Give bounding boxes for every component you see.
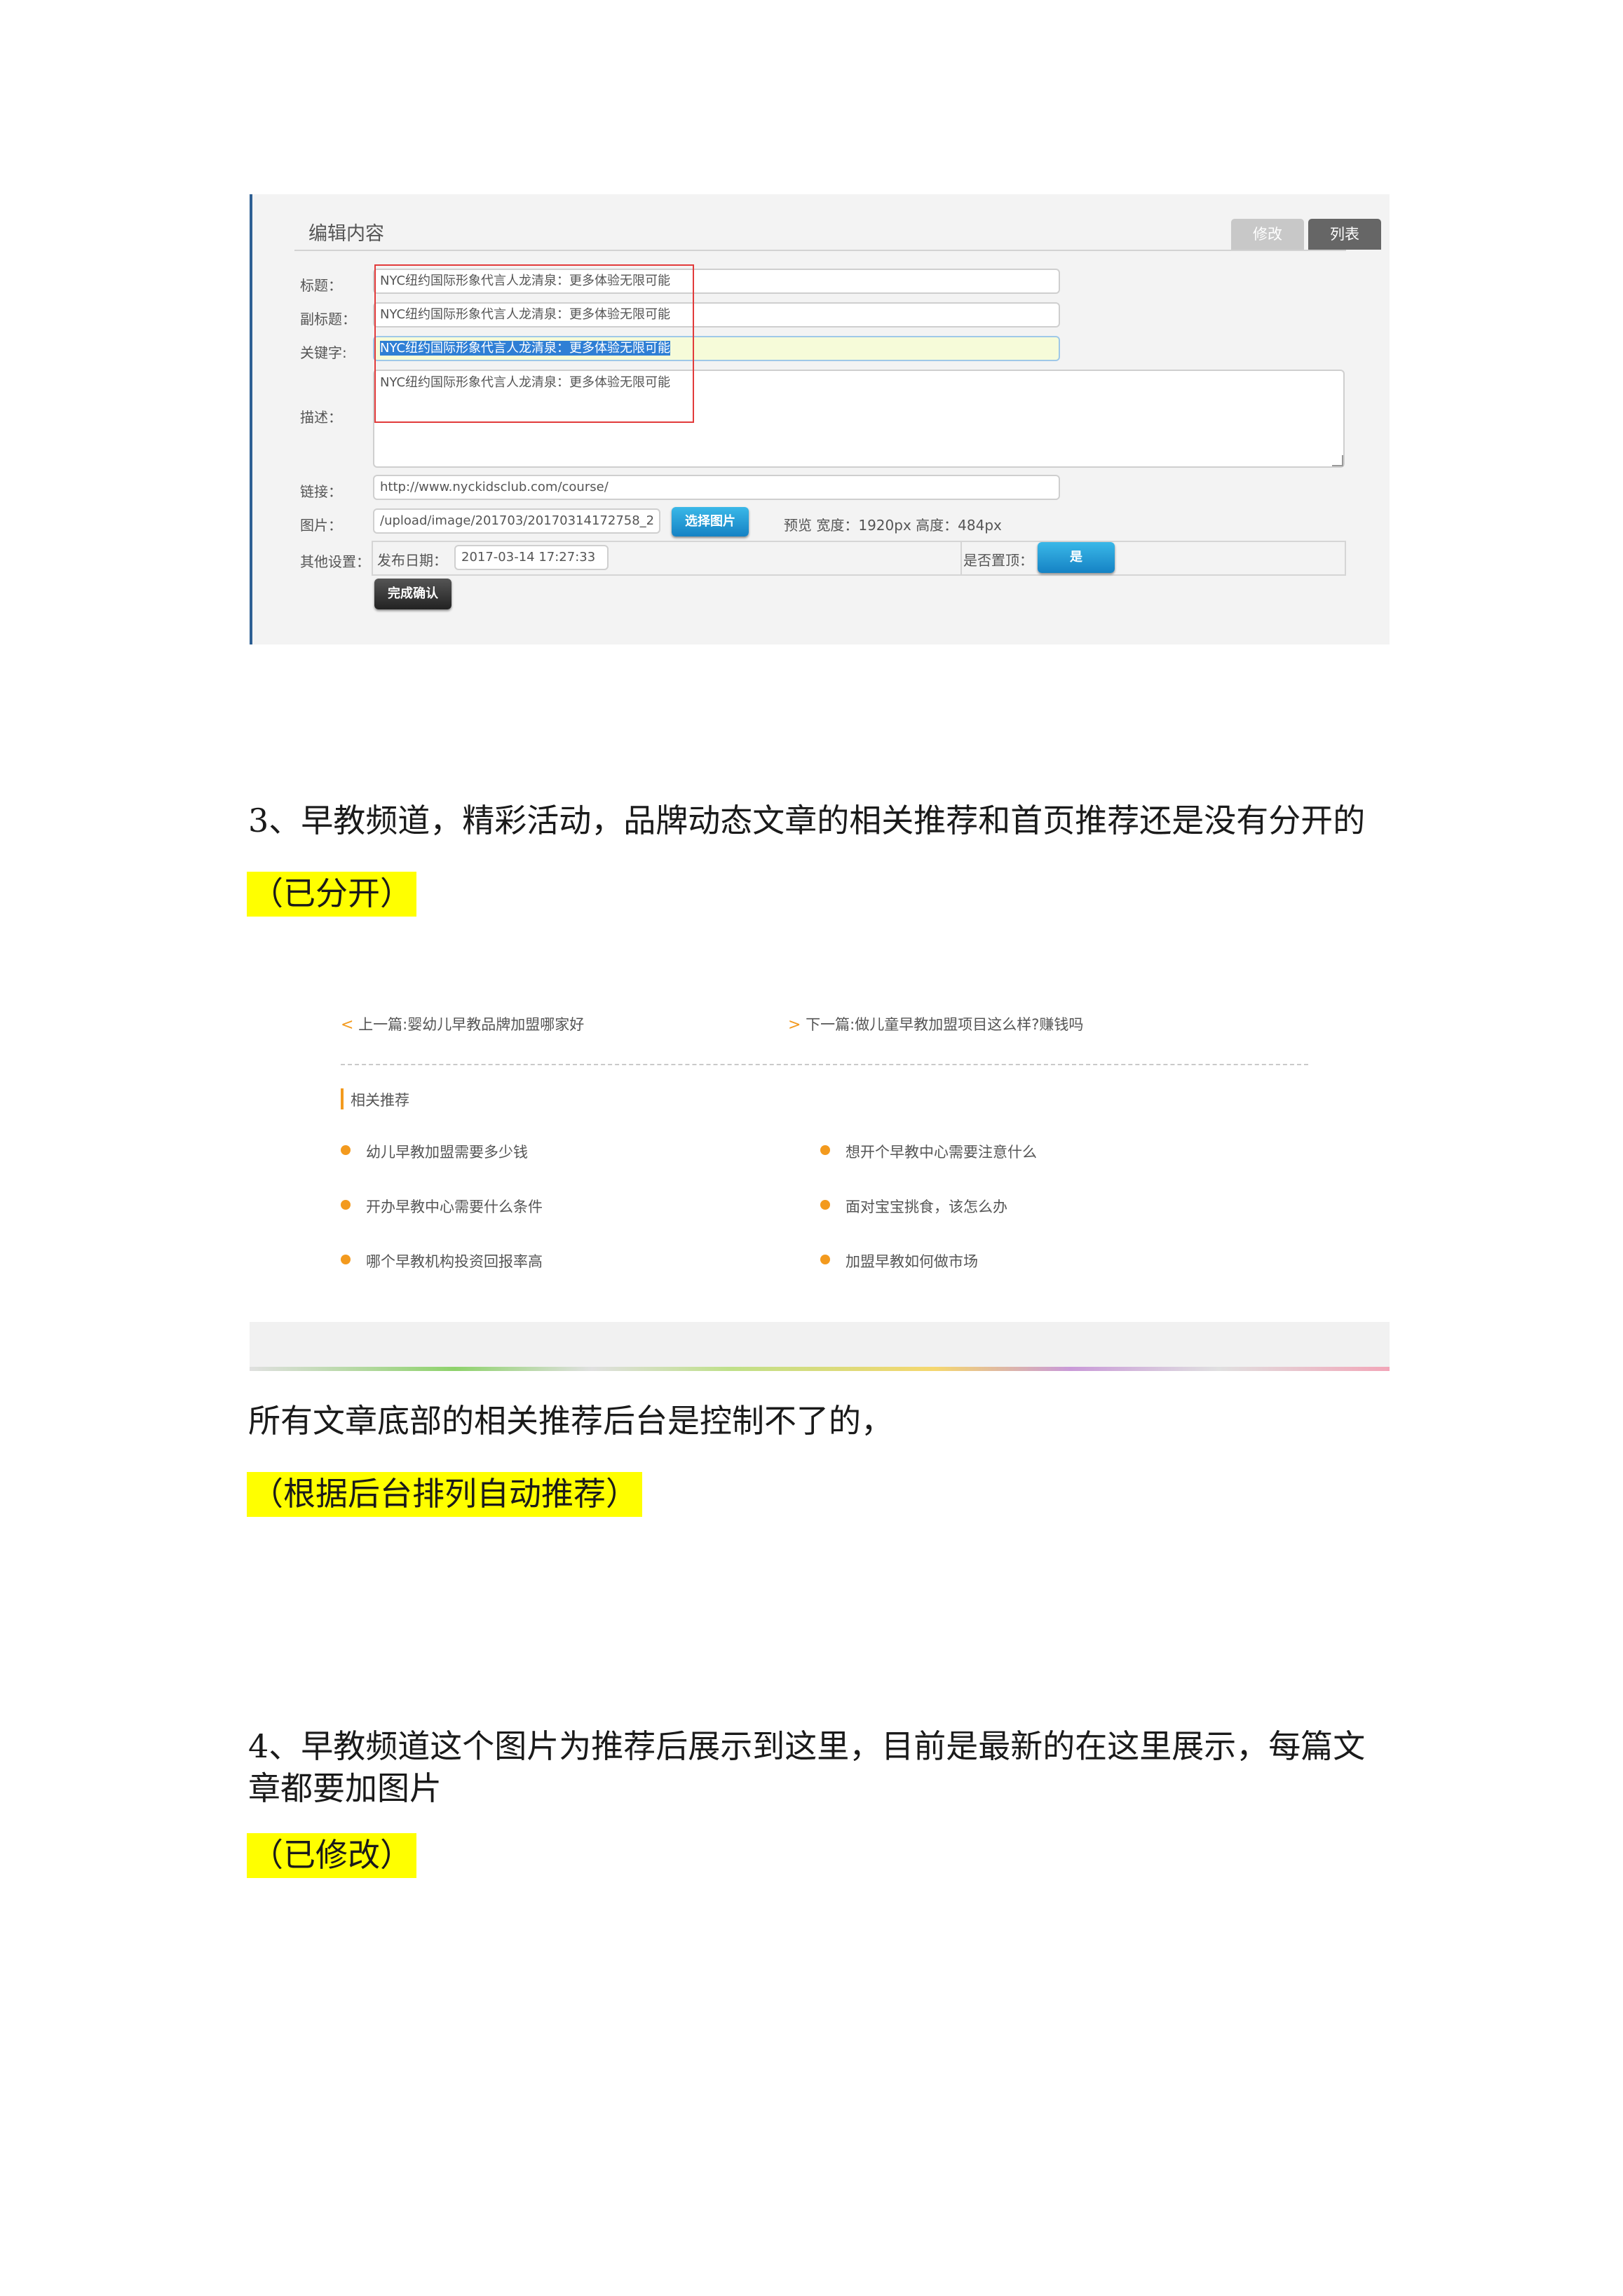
link-label: 链接： xyxy=(300,483,342,500)
bullet-dot-icon xyxy=(820,1255,830,1264)
item4-text-line2: 章都要加图片 xyxy=(248,1769,442,1807)
next-article-link[interactable]: > 下一篇:做儿童早教加盟项目这么样?赚钱吗 xyxy=(788,1013,1083,1034)
red-annotation-box xyxy=(374,264,694,423)
related-item-right-3[interactable]: 加盟早教如何做市场 xyxy=(846,1250,978,1271)
item3-status: （已分开） xyxy=(247,872,416,917)
related-item-right-2[interactable]: 面对宝宝挑食，该怎么办 xyxy=(846,1196,1007,1217)
bullet-dot-icon xyxy=(820,1200,830,1210)
item3-text: 3、早教频道，精彩活动，品牌动态文章的相关推荐和首页推荐还是没有分开的 xyxy=(248,802,1366,839)
bullet-dot-icon xyxy=(341,1255,351,1264)
note-status: （根据后台排列自动推荐） xyxy=(247,1472,642,1517)
tab-edit[interactable]: 修改 xyxy=(1231,219,1304,250)
next-article-text: 下一篇:做儿童早教加盟项目这么样?赚钱吗 xyxy=(806,1016,1084,1033)
prev-article-link[interactable]: < 上一篇:婴幼儿早教品牌加盟哪家好 xyxy=(341,1013,584,1034)
choose-image-button[interactable]: 选择图片 xyxy=(672,507,749,536)
next-chevron-icon: > xyxy=(788,1016,801,1034)
related-item-right-1[interactable]: 想开个早教中心需要注意什么 xyxy=(846,1141,1037,1162)
title-label: 标题： xyxy=(300,277,342,294)
subtitle-label: 副标题： xyxy=(300,311,356,327)
item4-status: （已修改） xyxy=(247,1833,416,1878)
related-item-left-2[interactable]: 开办早教中心需要什么条件 xyxy=(366,1196,543,1217)
bullet-dot-icon xyxy=(341,1145,351,1155)
heading-accent-bar xyxy=(341,1088,344,1109)
settings-divider xyxy=(960,541,962,576)
description-label: 描述： xyxy=(300,409,342,426)
related-item-left-1[interactable]: 幼儿早教加盟需要多少钱 xyxy=(366,1141,528,1162)
image-label: 图片： xyxy=(300,517,342,534)
publish-date-input[interactable]: 2017-03-14 17:27:33 xyxy=(454,545,609,570)
image-path-input[interactable]: /upload/image/201703/20170314172758_2 xyxy=(373,508,660,534)
other-settings-label: 其他设置： xyxy=(300,553,370,570)
footer-color-bar xyxy=(250,1367,1390,1371)
note-text: 所有文章底部的相关推荐后台是控制不了的， xyxy=(248,1402,893,1440)
keywords-label: 关键字: xyxy=(300,344,347,361)
related-heading: 相关推荐 xyxy=(351,1092,409,1109)
link-input[interactable]: http://www.nyckidsclub.com/course/ xyxy=(373,475,1060,500)
bullet-dot-icon xyxy=(341,1200,351,1210)
dashed-divider xyxy=(341,1064,1308,1065)
footer-strip xyxy=(250,1322,1390,1371)
bullet-dot-icon xyxy=(820,1145,830,1155)
confirm-button[interactable]: 完成确认 xyxy=(374,579,451,609)
item4-text-line1: 4、早教频道这个图片为推荐后展示到这里，目前是最新的在这里展示，每篇文 xyxy=(248,1727,1366,1765)
pin-top-label: 是否置顶： xyxy=(963,552,1033,569)
image-preview-info: 预览 宽度：1920px 高度：484px xyxy=(784,517,1002,534)
pin-top-button[interactable]: 是 xyxy=(1038,542,1115,573)
prev-article-text: 上一篇:婴幼儿早教品牌加盟哪家好 xyxy=(358,1016,585,1033)
resize-handle-icon[interactable] xyxy=(1332,455,1343,466)
edit-content-screenshot: 编辑内容 修改 列表 标题： NYC纽约国际形象代言人龙清泉：更多体验无限可能 … xyxy=(250,194,1390,644)
related-item-left-3[interactable]: 哪个早教机构投资回报率高 xyxy=(366,1250,543,1271)
form-title: 编辑内容 xyxy=(308,223,384,245)
left-accent-bar xyxy=(250,194,252,644)
related-recommend-screenshot: < 上一篇:婴幼儿早教品牌加盟哪家好 > 下一篇:做儿童早教加盟项目这么样?赚钱… xyxy=(250,985,1390,1371)
header-divider xyxy=(294,250,1346,251)
prev-chevron-icon: < xyxy=(341,1016,354,1034)
publish-date-label: 发布日期： xyxy=(377,552,447,569)
tab-list[interactable]: 列表 xyxy=(1308,219,1381,250)
